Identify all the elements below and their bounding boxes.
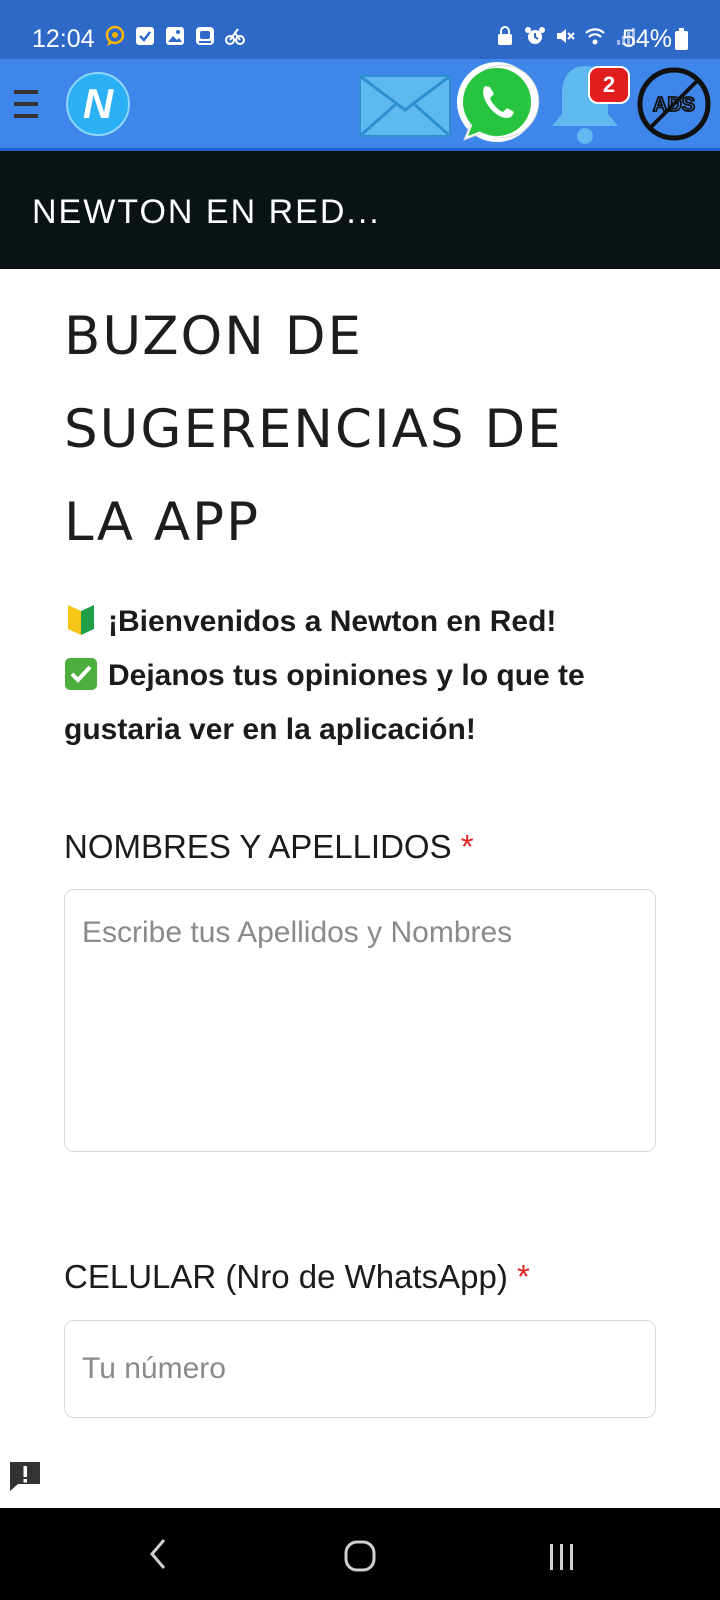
intro-message: Dejanos tus opiniones y lo que te gustar… (64, 659, 585, 746)
heading-line-2: SUGERENCIAS DE (64, 399, 563, 460)
status-right-icons (494, 25, 636, 47)
back-icon[interactable] (138, 1532, 178, 1576)
remove-ads-button[interactable]: ADS (636, 66, 712, 142)
home-icon[interactable] (338, 1536, 382, 1576)
notification-count-badge: 2 (588, 66, 630, 104)
whatsapp-button[interactable] (452, 60, 542, 148)
mail-button[interactable] (358, 68, 452, 140)
feedback-icon[interactable] (8, 1460, 42, 1492)
mute-icon (557, 29, 575, 43)
name-textarea[interactable] (64, 889, 656, 1152)
svg-text:N: N (83, 80, 115, 127)
gallery-icon (166, 27, 184, 45)
alarm-icon (525, 27, 545, 44)
page-title: NEWTON EN RED... (32, 193, 381, 231)
cel-input[interactable] (64, 1320, 656, 1418)
recent-apps-icon[interactable] (540, 1536, 584, 1576)
chat-bubble-icon (105, 25, 125, 46)
svg-text:ADS: ADS (653, 94, 695, 116)
vpn-icon (498, 26, 512, 45)
heading-line-3: LA APP (64, 492, 261, 553)
required-marker: * (460, 828, 474, 865)
status-bar: 12:04 54% (0, 0, 720, 59)
wifi-icon (585, 28, 605, 45)
checkbox-icon (136, 27, 154, 45)
intro-text: ¡Bienvenidos a Newton en Red! Dejanos tu… (64, 595, 684, 757)
page-title-bar: NEWTON EN RED... (0, 151, 720, 269)
cel-field-label: CELULAR (Nro de WhatsApp) * (64, 1258, 530, 1295)
status-time: 12:04 (32, 25, 95, 53)
status-left-icons (104, 25, 246, 47)
hamburger-menu-button[interactable] (10, 86, 42, 122)
name-field-label: NOMBRES Y APELLIDOS * (64, 828, 474, 865)
form-heading: BUZON DE SUGERENCIAS DE LA APP (64, 290, 664, 569)
intro-welcome: ¡Bienvenidos a Newton en Red! (108, 605, 557, 638)
beginner-badge-icon (68, 605, 94, 635)
app-logo[interactable]: N (64, 72, 132, 136)
check-mark-icon (65, 658, 97, 690)
battery-icon (675, 28, 688, 50)
heading-line-1: BUZON DE (64, 306, 364, 367)
required-marker: * (517, 1258, 530, 1295)
battery-percent: 54% (622, 25, 673, 53)
newton-logo-icon: N (66, 72, 130, 136)
cycle-icon (225, 28, 245, 45)
app-icon (196, 27, 214, 45)
